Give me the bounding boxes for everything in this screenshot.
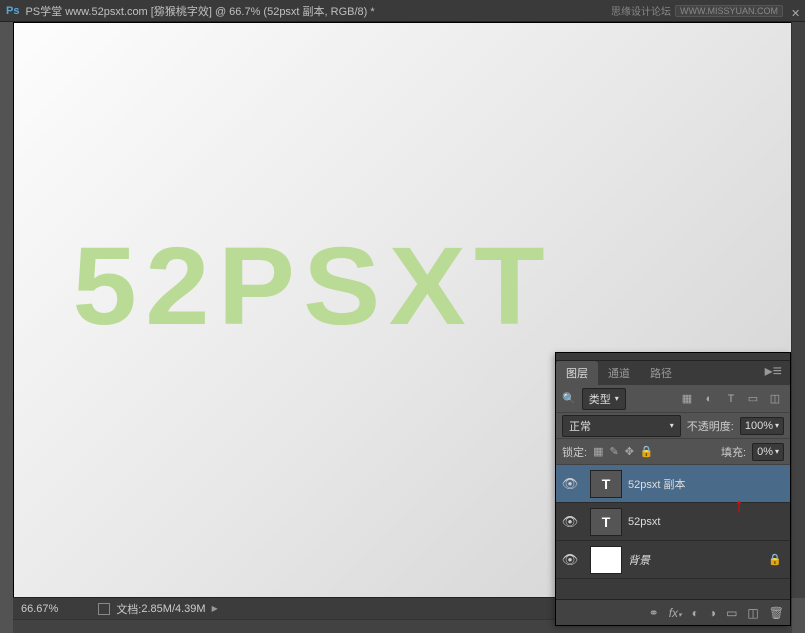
filter-kind-label: 类型	[589, 391, 611, 407]
zoom-level[interactable]: 66.67%	[21, 603, 58, 615]
blend-row: 正常 ▾ 不透明度: 100% ▾	[556, 413, 790, 439]
search-icon[interactable]: 🔍	[562, 392, 576, 405]
group-icon[interactable]: ▭	[726, 606, 737, 620]
layer-name[interactable]: 52psxt 副本	[628, 476, 790, 492]
fill-label: 填充:	[721, 444, 746, 460]
lock-row: 锁定: ▦ ✎ ✥ 🔒 填充: 0% ▾	[556, 439, 790, 465]
filter-shape-icon[interactable]: ▭	[744, 390, 762, 408]
filter-adjust-icon[interactable]: ◐	[700, 390, 718, 408]
fill-value-text: 0%	[757, 446, 773, 458]
mask-icon[interactable]: ◐	[692, 606, 699, 620]
panel-menu-icon[interactable]: ▸≡	[757, 357, 790, 385]
fill-value[interactable]: 0% ▾	[752, 443, 784, 461]
watermark: 思缘设计论坛 WWW.MISSYUAN.COM	[611, 3, 783, 18]
layer-row[interactable]: 👁 T 52psxt	[556, 503, 790, 541]
panel-footer: ⚭ fx▾ ◐ ◑ ▭ ◫ 🗑	[556, 599, 790, 625]
document-title: PS学堂 www.52psxt.com [猕猴桃字效] @ 66.7% (52p…	[25, 3, 611, 19]
layer-name[interactable]: 52psxt	[628, 516, 790, 528]
opacity-value[interactable]: 100% ▾	[740, 417, 784, 435]
doc-label: 文档:	[116, 601, 141, 617]
blend-mode-label: 正常	[569, 418, 591, 434]
opacity-label: 不透明度:	[687, 418, 734, 434]
adjustment-icon[interactable]: ◑	[709, 606, 716, 620]
layer-name[interactable]: 背景	[628, 552, 768, 568]
app-icon: Ps	[6, 5, 19, 17]
chevron-down-icon: ▾	[615, 394, 619, 403]
vertical-scrollbar[interactable]	[791, 22, 805, 598]
chevron-down-icon: ▾	[670, 421, 674, 430]
filter-row: 🔍 类型 ▾ ▦ ◐ T ▭ ◫	[556, 385, 790, 413]
lock-icon: 🔒	[768, 553, 782, 566]
title-bar: Ps PS学堂 www.52psxt.com [猕猴桃字效] @ 66.7% (…	[0, 0, 805, 22]
layer-thumbnail[interactable]: T	[590, 470, 622, 498]
doc-size: 2.85M/4.39M	[141, 603, 205, 615]
tab-layers[interactable]: 图层	[556, 361, 598, 385]
lock-all-icon[interactable]: 🔒	[640, 445, 654, 458]
layer-thumbnail[interactable]: T	[590, 508, 622, 536]
visibility-toggle-icon[interactable]: 👁	[556, 514, 584, 530]
tab-paths[interactable]: 路径	[640, 361, 682, 385]
visibility-toggle-icon[interactable]: 👁	[556, 552, 584, 568]
filter-type-icon[interactable]: T	[722, 390, 740, 408]
watermark-badge: WWW.MISSYUAN.COM	[675, 5, 783, 17]
artwork-text: 52PSXT	[73, 223, 554, 350]
filter-pixel-icon[interactable]: ▦	[678, 390, 696, 408]
layer-list: 👁 T 52psxt 副本 👁 T 52psxt 👁 背景 🔒	[556, 465, 790, 599]
opacity-value-text: 100%	[745, 420, 773, 432]
fx-icon[interactable]: fx▾	[669, 606, 682, 620]
new-layer-icon[interactable]: ◫	[747, 606, 758, 620]
status-menu-icon[interactable]: ▶	[212, 604, 218, 613]
chevron-down-icon: ▾	[775, 421, 779, 430]
link-layers-icon[interactable]: ⚭	[649, 606, 659, 620]
visibility-toggle-icon[interactable]: 👁	[556, 476, 584, 492]
filter-kind-select[interactable]: 类型 ▾	[582, 388, 626, 410]
layer-row[interactable]: 👁 T 52psxt 副本	[556, 465, 790, 503]
lock-transparent-icon[interactable]: ▦	[593, 445, 603, 458]
close-tab-icon[interactable]: ✕	[791, 7, 799, 15]
layers-panel: 图层 通道 路径 ▸≡ 🔍 类型 ▾ ▦ ◐ T ▭ ◫ 正常 ▾ 不透明度: …	[555, 352, 791, 626]
trash-icon[interactable]: 🗑	[769, 606, 784, 620]
panel-tabs: 图层 通道 路径 ▸≡	[556, 361, 790, 385]
blend-mode-select[interactable]: 正常 ▾	[562, 415, 681, 437]
lock-label: 锁定:	[562, 444, 587, 460]
doc-preview-icon[interactable]	[98, 603, 110, 615]
filter-smart-icon[interactable]: ◫	[766, 390, 784, 408]
chevron-down-icon: ▾	[775, 447, 779, 456]
layer-list-empty	[556, 579, 790, 599]
tab-channels[interactable]: 通道	[598, 361, 640, 385]
layer-row[interactable]: 👁 背景 🔒	[556, 541, 790, 579]
lock-pixels-icon[interactable]: ✎	[609, 445, 618, 458]
layer-thumbnail[interactable]	[590, 546, 622, 574]
watermark-text: 思缘设计论坛	[611, 3, 671, 18]
panel-drag-handle[interactable]	[556, 353, 790, 361]
lock-position-icon[interactable]: ✥	[625, 445, 634, 458]
